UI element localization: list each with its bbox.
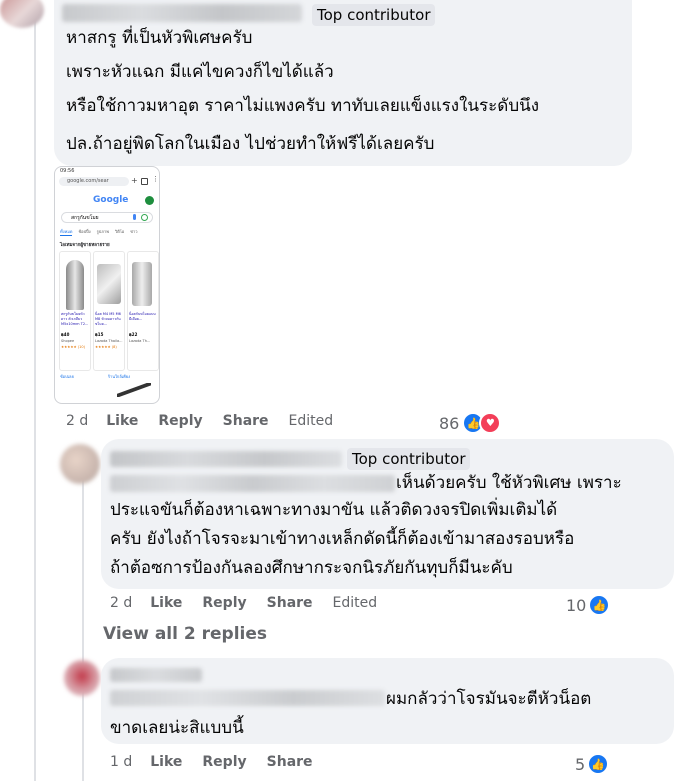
screw-image bbox=[66, 260, 84, 310]
avatar[interactable] bbox=[0, 0, 44, 28]
love-reaction-icon: ♥ bbox=[479, 412, 502, 434]
reaction-count: 86 bbox=[439, 413, 460, 433]
screw-image bbox=[97, 264, 121, 304]
comment-actions: 1 d Like Reply Share bbox=[110, 754, 333, 770]
edited-label: Edited bbox=[288, 413, 334, 429]
reaction-summary[interactable]: 86 👍 ♥ bbox=[439, 412, 502, 434]
product-title: สกรูกันขโมยหัวดาว ตัวเกลียว M5x10mm T2..… bbox=[61, 312, 89, 326]
share-button[interactable]: Share bbox=[223, 413, 269, 429]
reply-button[interactable]: Reply bbox=[202, 754, 246, 770]
comment-actions: 2 d Like Reply Share Edited bbox=[110, 595, 397, 611]
edited-label: Edited bbox=[332, 595, 378, 611]
phone-url-bar: google.com/sear bbox=[59, 177, 129, 186]
phone-nearby-row: ช้อปเลย ร้านใกล้เคียง bbox=[60, 374, 131, 379]
plus-icon: + bbox=[131, 176, 138, 185]
phone-search-box: สกรูกันขโมย bbox=[61, 212, 153, 223]
comment-text: เพราะหัวแฉก มีแค่ไขควงก็ไขได้แล้ว bbox=[66, 62, 334, 82]
product-card: สกรูกันขโมยหัวดาว ตัวเกลียว M5x10mm T2..… bbox=[59, 251, 91, 371]
product-title: น็อตกันขโมยแบบมีเดือย... bbox=[129, 312, 156, 321]
lens-icon bbox=[141, 214, 148, 221]
phone-url: google.com/sear bbox=[67, 178, 109, 184]
reply-thread-line bbox=[82, 470, 84, 781]
like-reaction-icon: 👍 bbox=[588, 594, 611, 616]
comment-time[interactable]: 2 d bbox=[110, 595, 132, 611]
mention-tag[interactable] bbox=[110, 475, 395, 492]
comment-text: หาสกรู ที่เป็นหัวพิเศษครับ bbox=[66, 28, 253, 48]
tabs-icon bbox=[141, 178, 148, 185]
comment-text: หรือใช้กาวมหาอุต ราคาไม่แพงครับ ทาทับเลย… bbox=[66, 96, 540, 116]
author-name[interactable] bbox=[110, 668, 202, 682]
top-contributor-badge: Top contributor bbox=[312, 4, 436, 26]
mic-icon bbox=[133, 214, 136, 220]
product-title: น็อต M4 M5 M6 M8 หัวจมดาวกันขโมย... bbox=[95, 312, 121, 326]
account-icon bbox=[145, 196, 154, 205]
like-button[interactable]: Like bbox=[106, 413, 138, 429]
product-price: ฿22 bbox=[129, 332, 138, 337]
comment-time[interactable]: 1 d bbox=[110, 754, 132, 770]
phone-query: สกรูกันขโมย bbox=[71, 215, 99, 221]
comment-text: ขาดเลยน่ะสิแบบนี้ bbox=[110, 718, 244, 738]
more-icon: ⋮ bbox=[152, 175, 159, 183]
share-button[interactable]: Share bbox=[267, 754, 313, 770]
google-logo: Google bbox=[93, 195, 129, 205]
product-price: ฿40 bbox=[61, 332, 70, 337]
reaction-summary[interactable]: 5 👍 bbox=[575, 753, 610, 775]
screw-image bbox=[132, 262, 152, 306]
author-name[interactable] bbox=[62, 4, 302, 22]
phone-status-bar: 09:56 bbox=[60, 168, 75, 174]
phone-tabs: ทั้งหมด ช้อปปิ้ง รูปภาพ วิดีโอ ข่าว bbox=[60, 229, 138, 236]
share-button[interactable]: Share bbox=[267, 595, 313, 611]
author-name[interactable] bbox=[110, 451, 342, 467]
avatar[interactable] bbox=[60, 444, 100, 484]
product-store: Lazada Th... bbox=[129, 339, 151, 343]
comment-actions: 2 d Like Reply Share Edited bbox=[66, 413, 353, 429]
tool-image bbox=[117, 383, 151, 397]
mention-tag[interactable] bbox=[110, 690, 385, 706]
product-price: ฿15 bbox=[95, 332, 104, 337]
reaction-count: 10 bbox=[566, 595, 587, 615]
comment-text: ปล.ถ้าอยู่พิดโลกในเมือง ไปช่วยทำให้ฟรีได… bbox=[66, 134, 435, 154]
product-store: Shopee bbox=[61, 339, 75, 343]
product-rating: ★★★★★ (8) bbox=[95, 345, 117, 349]
product-card: น็อต M4 M5 M6 M8 หัวจมดาวกันขโมย... ฿15 … bbox=[93, 251, 125, 371]
comment-text: ผมกลัวว่าโจรมันจะตีหัวน็อต bbox=[386, 689, 592, 709]
avatar[interactable] bbox=[64, 660, 100, 696]
product-rating: ★★★★★ (10) bbox=[61, 345, 85, 349]
like-reaction-icon: 👍 bbox=[587, 753, 610, 775]
like-button[interactable]: Like bbox=[150, 595, 182, 611]
reply-button[interactable]: Reply bbox=[158, 413, 202, 429]
view-replies-link[interactable]: View all 2 replies bbox=[103, 624, 267, 644]
reaction-summary[interactable]: 10 👍 bbox=[566, 594, 611, 616]
attached-image[interactable]: 09:56 google.com/sear + ⋮ Google สกรูกัน… bbox=[54, 166, 160, 404]
reply-button[interactable]: Reply bbox=[202, 595, 246, 611]
phone-section-title: ไอเทมจากผู้ขายหลายราย bbox=[60, 243, 110, 248]
product-card: น็อตกันขโมยแบบมีเดือย... ฿22 Lazada Th..… bbox=[127, 251, 159, 371]
like-button[interactable]: Like bbox=[150, 754, 182, 770]
product-store: Lazada Thaila... bbox=[95, 339, 123, 343]
comment-time[interactable]: 2 d bbox=[66, 413, 88, 429]
comment-text: ถ้าต้อซการป้องกันลองศึกษากระจกนิรภัยกันท… bbox=[110, 558, 513, 578]
reaction-count: 5 bbox=[575, 754, 586, 774]
thread-line bbox=[34, 20, 36, 781]
